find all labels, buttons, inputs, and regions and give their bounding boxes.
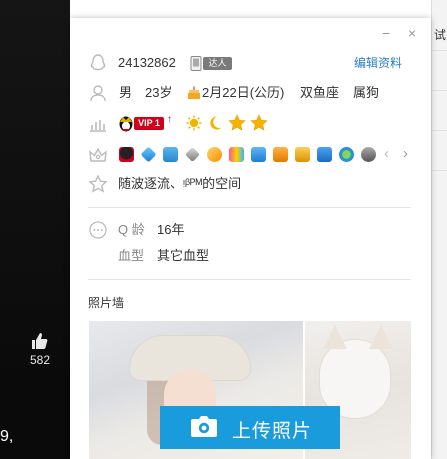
services-row: ‹ › (70, 144, 431, 166)
upload-photo-label: 上传照片 (232, 421, 313, 442)
qq-age-label: Q 龄 (118, 222, 145, 237)
divider (432, 50, 447, 51)
camera-icon (191, 416, 217, 437)
qq-penguin-icon (90, 54, 106, 71)
music-icon[interactable] (251, 147, 266, 162)
browser-icon[interactable] (339, 147, 354, 162)
thumbs-up-icon[interactable] (30, 332, 48, 350)
crown-icon (89, 147, 107, 162)
divider (432, 90, 447, 91)
pet-icon[interactable] (295, 147, 310, 162)
like-count: 582 (29, 353, 51, 367)
vip-badge[interactable]: VIP 1 (134, 117, 164, 130)
master-badge-label: 达人 (203, 57, 232, 70)
vip-penguin-icon[interactable] (118, 115, 134, 132)
diamond-icon[interactable] (140, 146, 157, 163)
constellation: 双鱼座 (300, 85, 340, 100)
photo-cat-ear (323, 325, 347, 349)
photo-icon[interactable] (317, 147, 332, 162)
signature-row: 随波逐流、ᵎᵝᴾᴹ的空间 (70, 173, 431, 195)
user-icon (90, 85, 106, 102)
close-button[interactable]: × (408, 26, 416, 40)
star-outline-icon (88, 174, 108, 193)
edit-profile-link[interactable]: 编辑资料 (354, 52, 402, 74)
game-icon[interactable] (273, 147, 288, 162)
birthday: 2月22日(公历) (202, 85, 285, 100)
birthday-cake-icon (188, 86, 200, 99)
divider (88, 279, 411, 280)
qq-number-row: 24132862 达人 编辑资料 (70, 52, 431, 74)
divider (88, 207, 411, 208)
signature-text[interactable]: 随波逐流、ᵎᵝᴾᴹ的空间 (118, 173, 241, 195)
qq-age-value: 16年 (157, 222, 185, 237)
zodiac: 属狗 (353, 85, 380, 100)
gender: 男 (119, 85, 133, 100)
background-video-area (0, 0, 70, 459)
vip-up-arrow-icon: ↑ (167, 114, 172, 125)
star-badge-icon[interactable] (207, 147, 222, 162)
star-icon (250, 114, 268, 131)
next-arrow-icon[interactable]: › (403, 145, 408, 162)
divider (432, 170, 447, 171)
gift-icon[interactable] (163, 147, 178, 162)
blood-type-value: 其它血型 (157, 248, 210, 263)
heart-icon[interactable] (361, 147, 376, 162)
minimize-button[interactable]: − (382, 26, 390, 40)
photo-wall-title: 照片墙 (88, 296, 125, 310)
qzone-icon[interactable] (229, 147, 244, 162)
photo-cat-ear (369, 325, 393, 349)
phone-icon (190, 56, 202, 71)
blood-type-row: 血型 其它血型 (70, 245, 431, 267)
background-text: 9, (0, 428, 14, 445)
sun-icon (186, 115, 202, 131)
prev-arrow-icon[interactable]: ‹ (384, 145, 389, 162)
star-icon (228, 114, 246, 131)
background-right-text: 试 (434, 28, 447, 42)
upload-photo-button[interactable]: 上传照片 (160, 406, 340, 449)
qq-age-row: Q 龄 16年 (70, 219, 431, 241)
moon-icon (210, 116, 222, 130)
divider (432, 130, 447, 131)
gem-icon[interactable] (185, 147, 200, 162)
more-circle-icon (89, 221, 107, 239)
background-strip (0, 378, 70, 459)
background-right-panel: 试 (431, 0, 447, 459)
age: 23岁 (145, 85, 173, 100)
penguin-icon[interactable] (119, 147, 134, 162)
profile-card: − × 24132862 达人 编辑资料 男 23岁 2月22日(公历) 双鱼座… (70, 18, 431, 459)
basic-info-row: 男 23岁 2月22日(公历) 双鱼座 属狗 (70, 82, 431, 104)
level-row: VIP 1 ↑ (70, 112, 431, 134)
master-badge: 达人 (190, 56, 234, 71)
blood-type-label: 血型 (118, 248, 145, 263)
qq-number: 24132862 (118, 55, 176, 70)
level-chart-icon (90, 120, 106, 132)
